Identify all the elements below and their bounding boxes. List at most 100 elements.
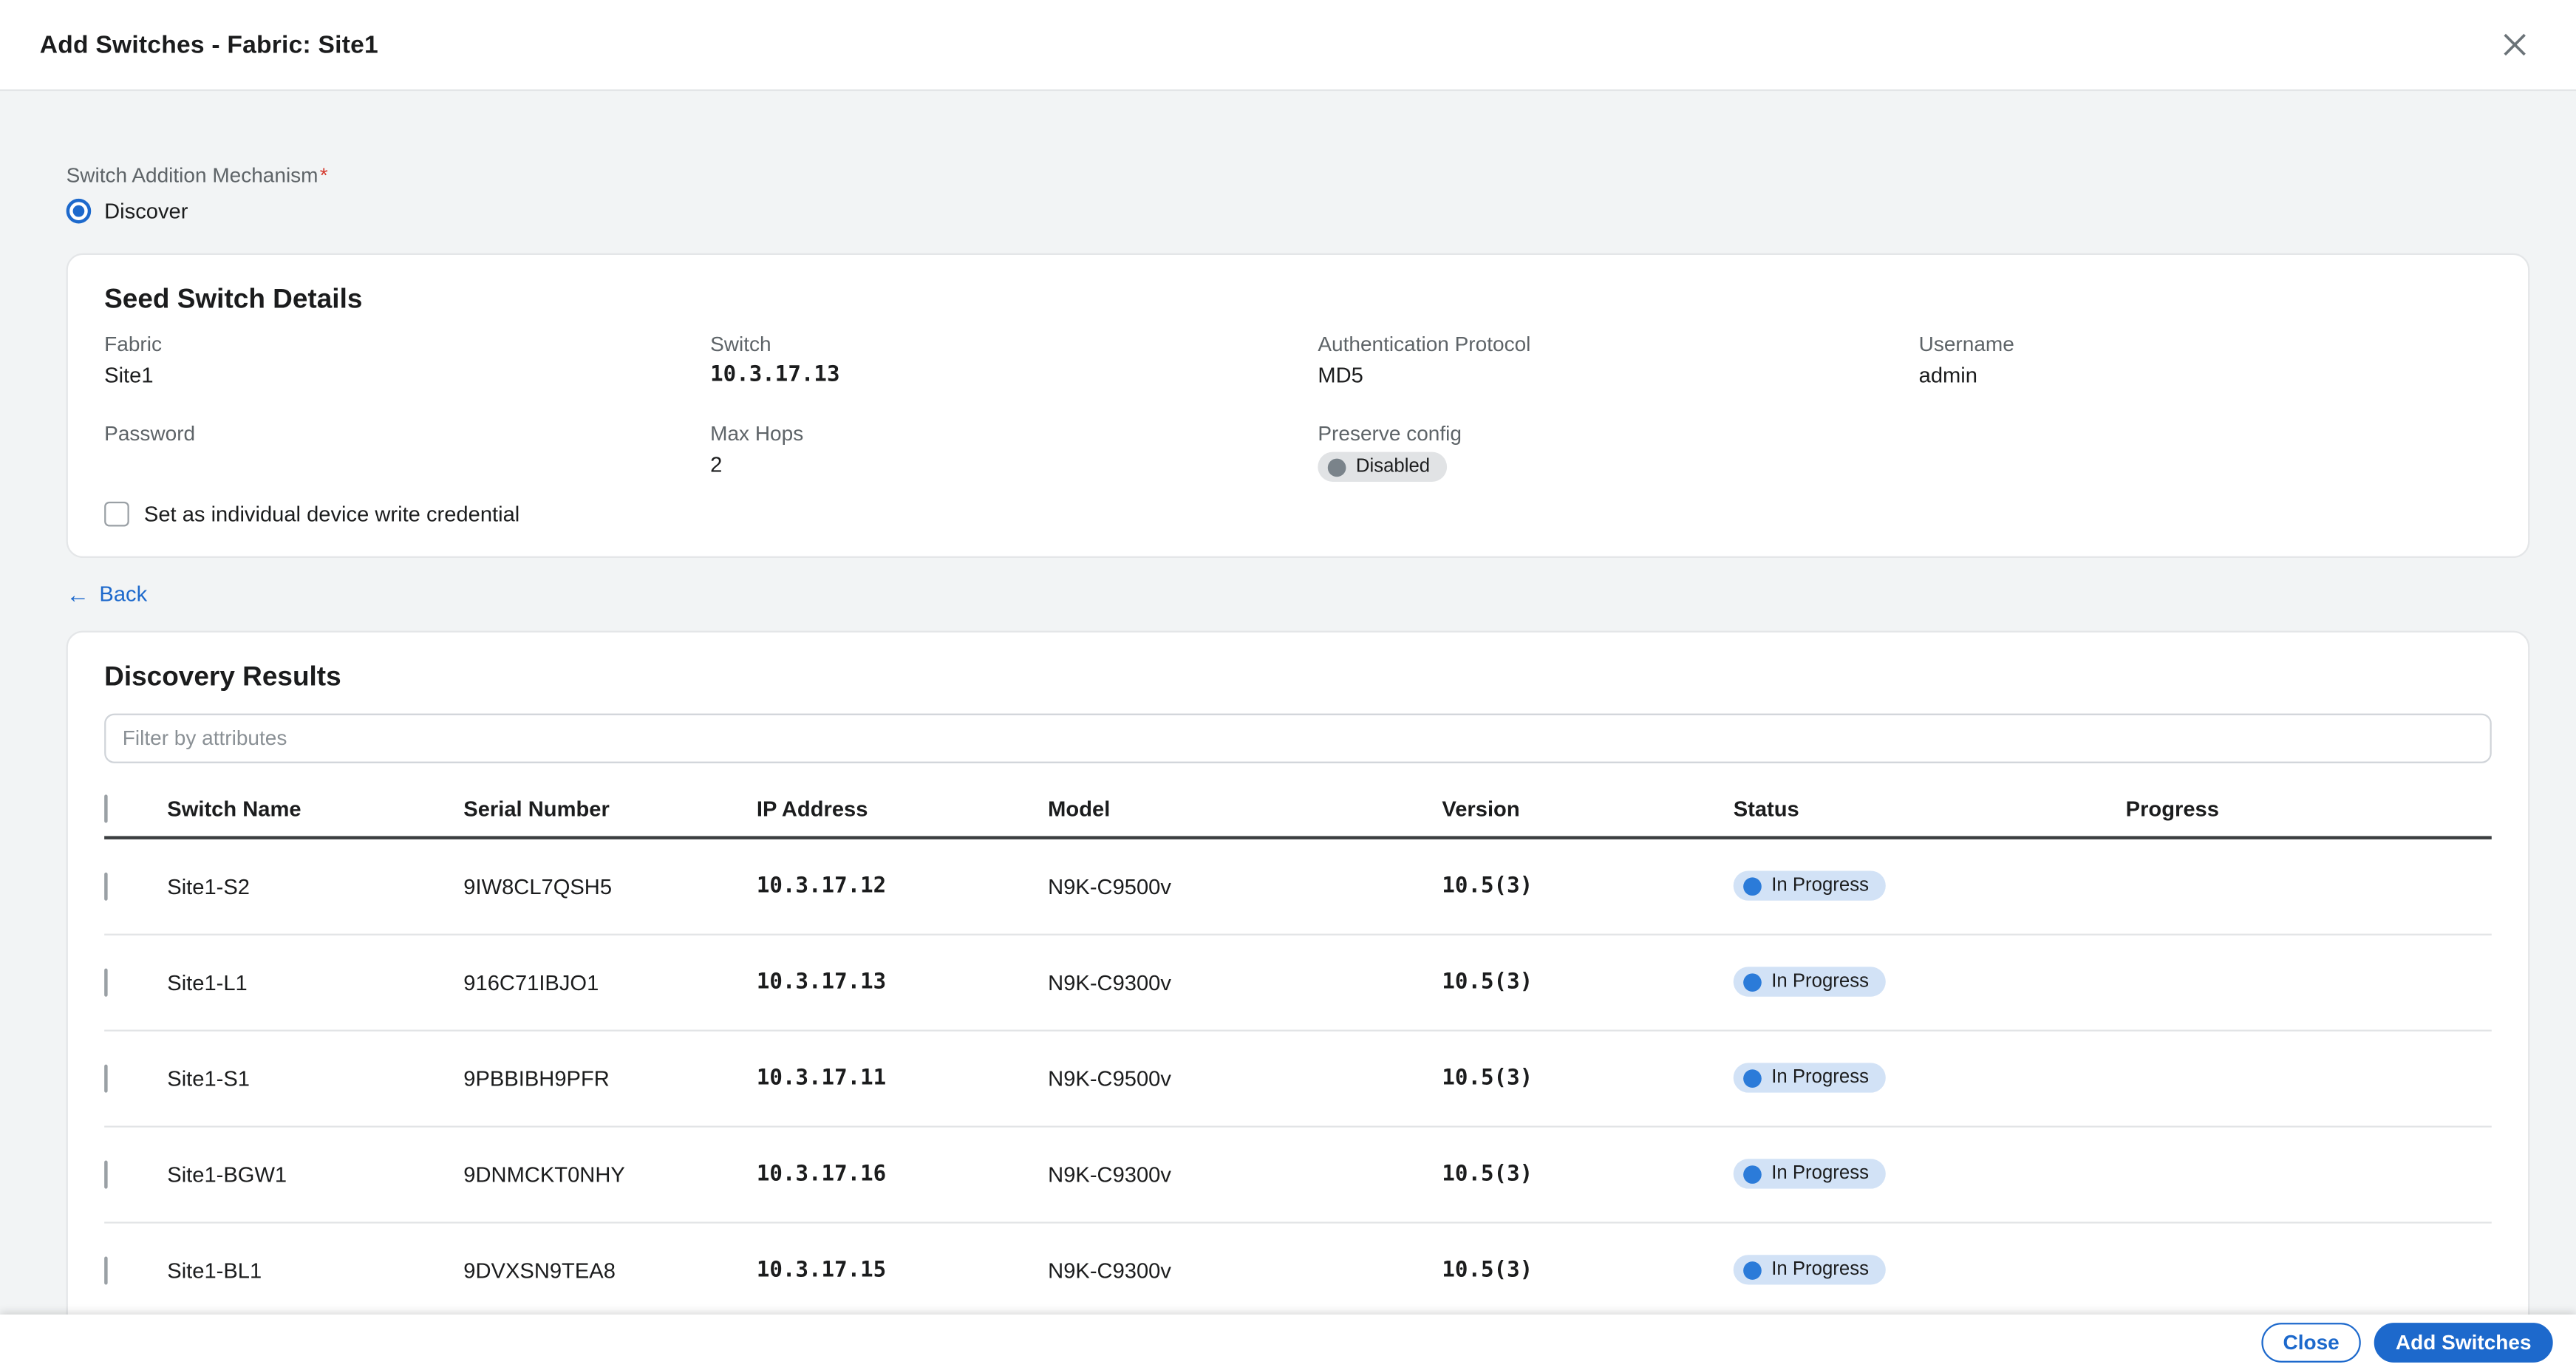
status-dot-icon — [1743, 972, 1762, 991]
row-checkbox[interactable] — [104, 1255, 107, 1284]
table-row[interactable]: Site1-L1 916C71IBJO1 10.3.17.13 N9K-C930… — [104, 935, 2492, 1031]
cell-serial-number: 9DVXSN9TEA8 — [463, 1258, 757, 1283]
preserve-config-value: Disabled — [1356, 457, 1430, 477]
status-label: In Progress — [1771, 1260, 1869, 1280]
write-credential-checkbox[interactable] — [104, 502, 129, 527]
row-checkbox[interactable] — [104, 1063, 107, 1091]
results-table-body: Site1-S2 9IW8CL7QSH5 10.3.17.12 N9K-C950… — [104, 839, 2492, 1319]
preserve-config-disabled-badge[interactable]: Disabled — [1318, 452, 1446, 482]
switch-addition-mechanism-label: Switch Addition Mechanism* — [67, 164, 2530, 187]
status-label: In Progress — [1771, 1068, 1869, 1088]
password-value — [104, 452, 710, 479]
column-ip-address[interactable]: IP Address — [757, 797, 1048, 822]
preserve-config-label: Preserve config — [1318, 422, 1918, 445]
cell-model: N9K-C9300v — [1048, 1258, 1442, 1283]
cell-serial-number: 916C71IBJO1 — [463, 969, 757, 995]
seed-card-title: Seed Switch Details — [104, 284, 2492, 316]
add-switches-dialog: Add Switches - Fabric: Site1 Switch Addi… — [0, 0, 2576, 1370]
seed-field-grid: Fabric Site1 Switch 10.3.17.13 Authentic… — [104, 333, 2492, 482]
max-hops-value: 2 — [710, 452, 1318, 479]
dialog-body: Switch Addition Mechanism* Discover Seed… — [0, 91, 2576, 1370]
column-serial-number[interactable]: Serial Number — [463, 797, 757, 822]
dialog-title: Add Switches - Fabric: Site1 — [40, 30, 378, 58]
fabric-field: Fabric Site1 — [104, 333, 710, 389]
column-status[interactable]: Status — [1734, 797, 2126, 822]
status-label: In Progress — [1771, 972, 1869, 992]
auth-protocol-value: MD5 — [1318, 363, 1918, 389]
table-row[interactable]: Site1-BGW1 9DNMCKT0NHY 10.3.17.16 N9K-C9… — [104, 1127, 2492, 1223]
table-row[interactable]: Site1-BL1 9DVXSN9TEA8 10.3.17.15 N9K-C93… — [104, 1223, 2492, 1319]
cell-serial-number: 9DNMCKT0NHY — [463, 1162, 757, 1187]
status-badge: In Progress — [1734, 967, 1886, 996]
row-checkbox[interactable] — [104, 872, 107, 900]
add-switches-button[interactable]: Add Switches — [2374, 1323, 2553, 1363]
column-model[interactable]: Model — [1048, 797, 1442, 822]
row-checkbox[interactable] — [104, 968, 107, 996]
status-badge: In Progress — [1734, 1063, 1886, 1092]
close-icon[interactable] — [2493, 23, 2536, 66]
column-switch-name[interactable]: Switch Name — [167, 797, 463, 822]
cell-version: 10.5(3) — [1442, 873, 1733, 899]
status-badge: In Progress — [1734, 870, 1886, 900]
cell-switch-name: Site1-L1 — [167, 969, 463, 995]
cell-switch-name: Site1-S1 — [167, 1066, 463, 1091]
arrow-left-icon: ← — [67, 582, 89, 605]
column-progress[interactable]: Progress — [2126, 797, 2492, 822]
write-credential-row: Set as individual device write credentia… — [104, 502, 2492, 527]
status-dot-icon — [1743, 876, 1762, 895]
cell-model: N9K-C9500v — [1048, 873, 1442, 899]
switch-label: Switch — [710, 333, 1318, 355]
cell-switch-name: Site1-BL1 — [167, 1258, 463, 1283]
back-link-label: Back — [99, 581, 147, 606]
cell-version: 10.5(3) — [1442, 1258, 1733, 1283]
cell-version: 10.5(3) — [1442, 1066, 1733, 1091]
seed-switch-details-card: Seed Switch Details Fabric Site1 Switch … — [67, 253, 2530, 558]
cell-model: N9K-C9500v — [1048, 1066, 1442, 1091]
status-badge: In Progress — [1734, 1159, 1886, 1188]
cell-ip-address: 10.3.17.11 — [757, 1066, 1048, 1091]
select-all-checkbox[interactable] — [104, 794, 107, 822]
discover-radio-label: Discover — [104, 199, 188, 224]
table-row[interactable]: Site1-S1 9PBBIBH9PFR 10.3.17.11 N9K-C950… — [104, 1031, 2492, 1127]
username-value: admin — [1919, 363, 2492, 389]
radio-dot — [73, 205, 85, 217]
cell-version: 10.5(3) — [1442, 1162, 1733, 1187]
dialog-footer: Close Add Switches — [0, 1315, 2576, 1370]
required-asterisk: * — [320, 164, 328, 187]
max-hops-label: Max Hops — [710, 422, 1318, 445]
max-hops-field: Max Hops 2 — [710, 422, 1318, 482]
switch-field: Switch 10.3.17.13 — [710, 333, 1318, 389]
discovery-results-card: Discovery Results Switch Name Serial Num… — [67, 630, 2530, 1358]
close-button[interactable]: Close — [2261, 1323, 2361, 1363]
filter-input[interactable] — [104, 712, 2492, 762]
discover-radio-row: Discover — [67, 199, 2530, 224]
password-field: Password — [104, 422, 710, 482]
back-link[interactable]: ← Back — [67, 581, 148, 606]
username-field: Username admin — [1919, 333, 2492, 389]
status-label: In Progress — [1771, 1164, 1869, 1184]
switch-value: 10.3.17.13 — [710, 363, 1318, 389]
cell-version: 10.5(3) — [1442, 969, 1733, 995]
write-credential-label: Set as individual device write credentia… — [144, 502, 519, 527]
cell-serial-number: 9IW8CL7QSH5 — [463, 873, 757, 899]
discover-radio[interactable] — [67, 199, 92, 224]
status-label: In Progress — [1771, 876, 1869, 896]
results-table-header: Switch Name Serial Number IP Address Mod… — [104, 783, 2492, 839]
cell-ip-address: 10.3.17.16 — [757, 1162, 1048, 1187]
table-row[interactable]: Site1-S2 9IW8CL7QSH5 10.3.17.12 N9K-C950… — [104, 839, 2492, 935]
fabric-label: Fabric — [104, 333, 710, 355]
status-badge: In Progress — [1734, 1255, 1886, 1284]
column-version[interactable]: Version — [1442, 797, 1733, 822]
cell-ip-address: 10.3.17.12 — [757, 873, 1048, 899]
cell-ip-address: 10.3.17.13 — [757, 969, 1048, 995]
cell-switch-name: Site1-BGW1 — [167, 1162, 463, 1187]
toggle-dot-icon — [1328, 457, 1346, 476]
row-checkbox[interactable] — [104, 1159, 107, 1187]
results-table: Switch Name Serial Number IP Address Mod… — [104, 783, 2492, 1319]
status-dot-icon — [1743, 1165, 1762, 1183]
auth-protocol-label: Authentication Protocol — [1318, 333, 1918, 355]
username-label: Username — [1919, 333, 2492, 355]
cell-serial-number: 9PBBIBH9PFR — [463, 1066, 757, 1091]
cell-switch-name: Site1-S2 — [167, 873, 463, 899]
dialog-header: Add Switches - Fabric: Site1 — [0, 0, 2576, 91]
